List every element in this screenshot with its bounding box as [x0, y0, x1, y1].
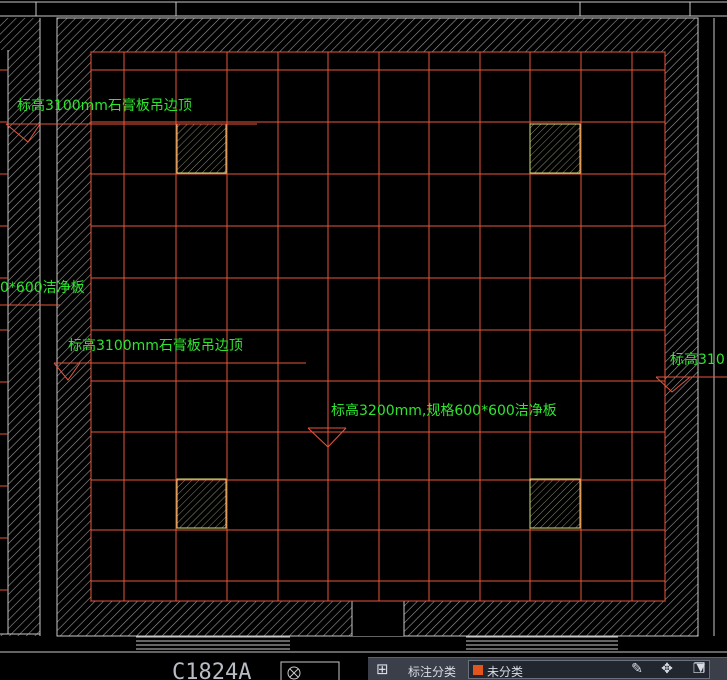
category-color-swatch	[473, 665, 483, 675]
edit-icon[interactable]: ✎	[628, 661, 646, 677]
grid-icon[interactable]: ⊞	[376, 661, 394, 677]
cad-drawing-canvas[interactable]: 标高3100mm石膏板吊边顶 0*600洁净板 标高3100mm石膏板吊边顶 标…	[0, 0, 727, 680]
door-opening	[351, 601, 405, 636]
air-vent-bottom-left[interactable]	[176, 478, 227, 529]
annotation-category-panel: ⊞ 标注分类 未分类 ▼ ✎ ✥ ❐	[368, 657, 727, 680]
window-tag[interactable]: C1824A	[172, 660, 251, 680]
annotation-ceiling-middle[interactable]: 标高3100mm石膏板吊边顶	[68, 337, 243, 354]
air-vent-top-left[interactable]	[176, 123, 227, 174]
annotation-right-partial[interactable]: 标高310	[670, 351, 725, 368]
crossed-circle-icon[interactable]	[280, 661, 340, 680]
annotation-main-panel[interactable]: 标高3200mm,规格600*600洁净板	[331, 402, 557, 419]
category-label: 标注分类	[408, 665, 457, 679]
window-symbol-left	[136, 636, 290, 650]
window-symbol-right	[466, 636, 618, 650]
right-room-wall	[713, 18, 727, 636]
copy-icon[interactable]: ❐	[690, 661, 708, 677]
top-wall-lines	[0, 1, 727, 17]
annotation-ceiling-left-partial[interactable]: 0*600洁净板	[0, 280, 85, 296]
air-vent-bottom-right[interactable]	[529, 478, 581, 529]
move-icon[interactable]: ✥	[658, 661, 676, 677]
category-value: 未分类	[487, 665, 524, 679]
air-vent-top-right[interactable]	[529, 123, 581, 174]
annotation-ceiling-upper[interactable]: 标高3100mm石膏板吊边顶	[17, 97, 192, 114]
